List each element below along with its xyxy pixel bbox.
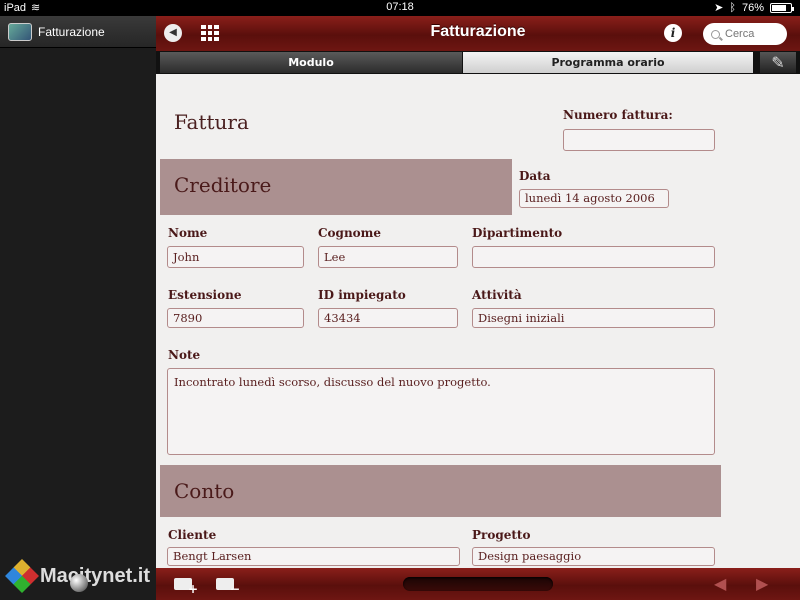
estensione-field[interactable]: 7890 [167,308,304,328]
nav-bar: ◀ Fatturazione i [156,16,800,51]
account-section-header: Conto [160,465,721,517]
cognome-field[interactable]: Lee [318,246,458,268]
progetto-field[interactable]: Design paesaggio [472,547,715,566]
app-icon [8,22,32,41]
battery-fill [772,4,786,11]
watermark-text: Macitynet.it [40,564,151,587]
search-box[interactable] [703,23,787,45]
plus-icon: + [187,582,198,596]
sidebar-item-fatturazione[interactable]: Fatturazione [0,16,156,48]
nome-field[interactable]: John [167,246,304,268]
edit-pencil-button[interactable]: ✎ [760,52,796,73]
progetto-label: Progetto [472,528,531,542]
invoice-number-field[interactable] [563,129,715,151]
battery-icon [770,2,794,13]
main-panel: ◀ Fatturazione i Modulo Programma orario… [156,16,800,600]
estensione-label: Estensione [168,288,242,302]
date-field[interactable]: lunedì 14 agosto 2006 [519,189,669,208]
cliente-label: Cliente [168,528,217,542]
cliente-field[interactable]: Bengt Larsen [167,547,460,566]
date-label: Data [519,169,551,183]
nome-label: Nome [168,226,208,240]
tab-modulo[interactable]: Modulo [160,52,462,73]
dipartimento-label: Dipartimento [472,226,563,240]
sidebar: Fatturazione Macitynet.it [0,16,156,600]
next-arrow-icon[interactable]: ▶ [756,574,768,593]
previous-arrow-icon[interactable]: ◀ [714,574,726,593]
minus-icon: − [229,582,240,596]
status-bar: iPad ≋ 07:18 ➤ ᛒ 76% [0,0,800,16]
id-impiegato-field[interactable]: 43434 [318,308,458,328]
cognome-label: Cognome [318,226,382,240]
assistive-touch-button[interactable] [70,574,88,592]
bottom-toolbar: + − ◀ ▶ [156,568,800,600]
info-button[interactable]: i [664,24,682,42]
bluetooth-icon: ᛒ [729,1,736,14]
form-content: Fattura Numero fattura: Creditore Data l… [156,74,800,568]
dipartimento-field[interactable] [472,246,715,268]
clock: 07:18 [386,1,414,13]
sidebar-item-label: Fatturazione [38,24,105,39]
add-record-button[interactable]: + [174,578,198,596]
location-icon: ➤ [714,2,724,14]
form-title: Fattura [174,110,249,134]
record-slider[interactable] [403,577,553,591]
delete-record-button[interactable]: − [216,578,240,596]
tab-bar: Modulo Programma orario ✎ [156,51,800,74]
watermark-logo-icon [5,559,39,593]
attivita-label: Attività [472,288,522,302]
battery-percent: 76% [741,1,764,14]
tab-programma-orario[interactable]: Programma orario [463,52,753,73]
search-icon [711,29,720,39]
note-field[interactable]: Incontrato lunedì scorso, discusso del n… [167,368,715,455]
note-label: Note [168,348,201,362]
id-impiegato-label: ID impiegato [318,288,406,302]
status-right: ➤ ᛒ 76% [714,1,794,14]
attivita-field[interactable]: Disegni iniziali [472,308,715,328]
invoice-number-label: Numero fattura: [563,108,673,122]
search-input[interactable] [725,28,780,40]
creditor-section-header: Creditore [160,159,512,215]
